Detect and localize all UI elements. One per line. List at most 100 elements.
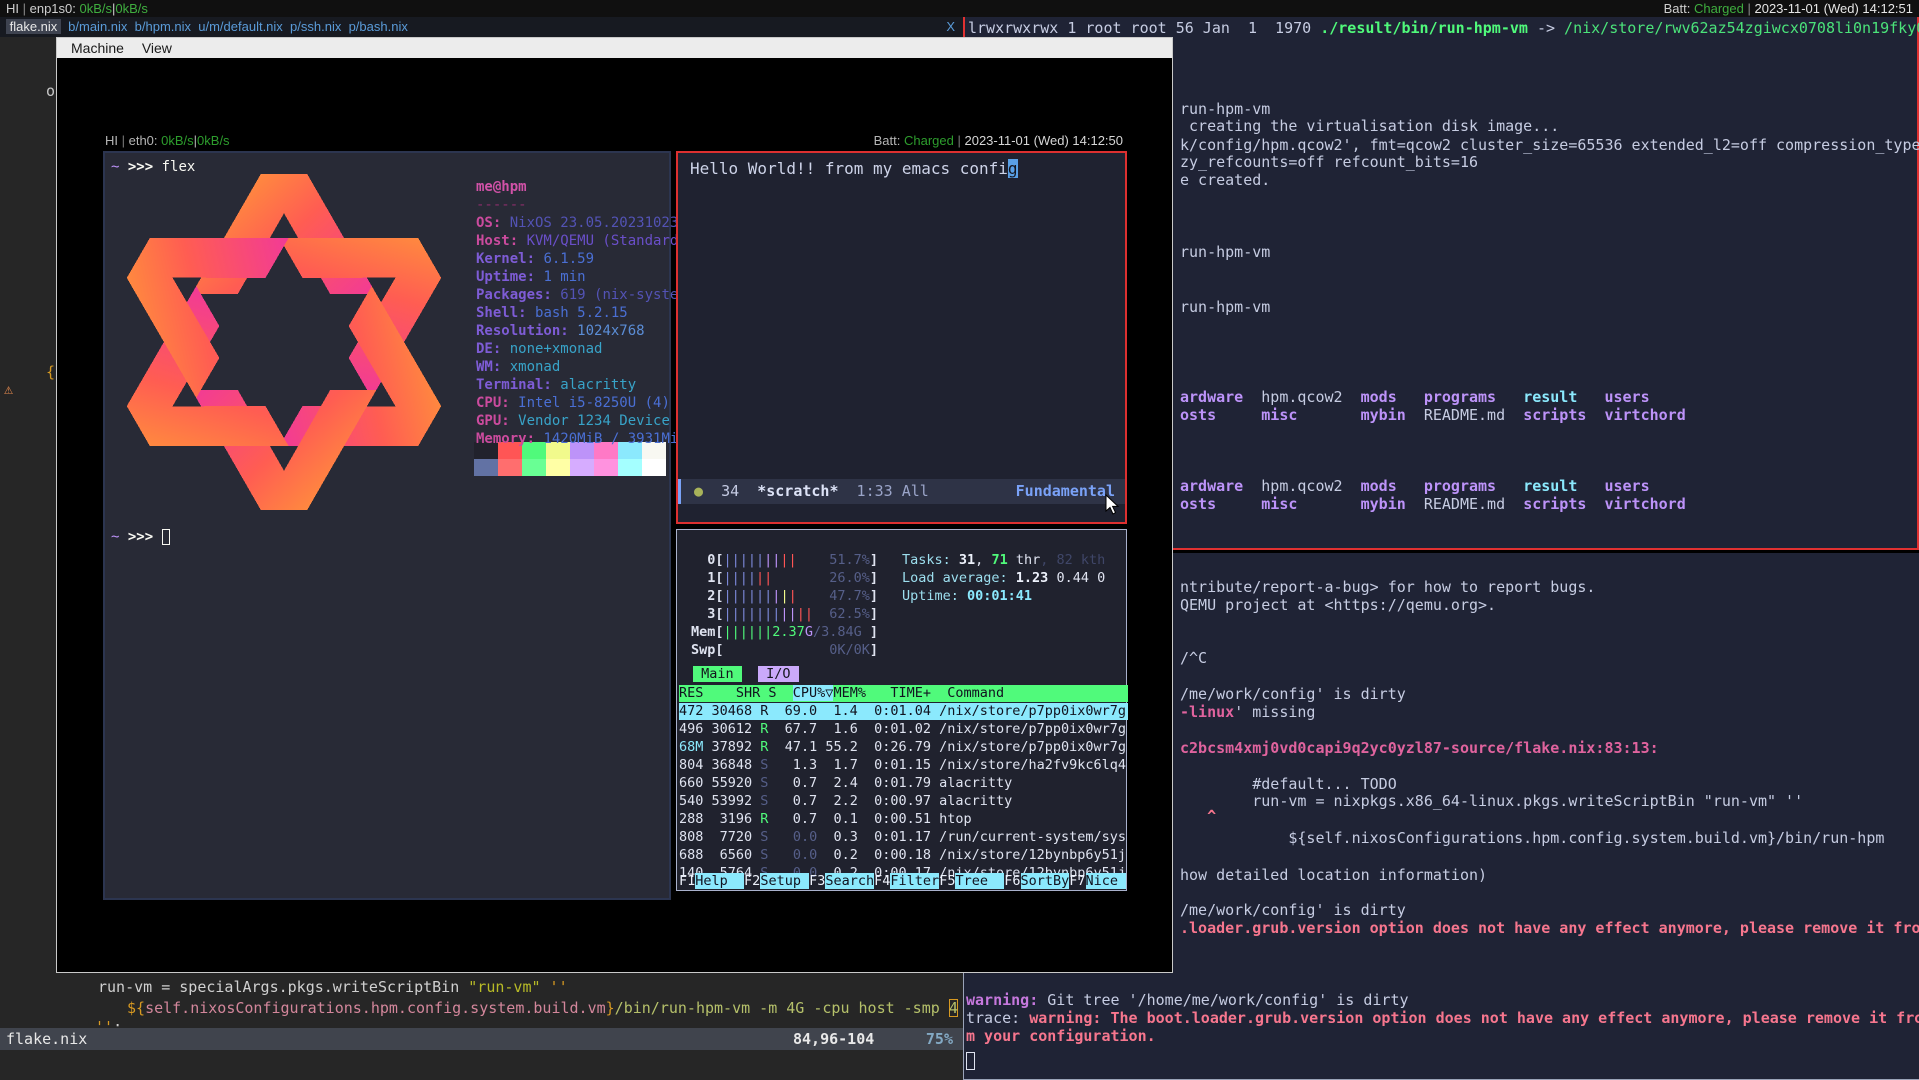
terminal-line: QEMU project at <https://qemu.org>. bbox=[1180, 596, 1496, 614]
palette-swatch bbox=[474, 459, 498, 476]
terminal-line: osts misc mybin README.md scripts virtch… bbox=[1180, 406, 1686, 424]
terminal-line: 3[||||||||||| 62.5%] bbox=[691, 606, 878, 623]
terminal-line: ${self.nixosConfigurations.hpm.config.sy… bbox=[127, 999, 958, 1017]
terminal-line: zy_refcounts=off refcount_bits=16 bbox=[1180, 153, 1478, 171]
terminal-line: /^C bbox=[1180, 649, 1207, 667]
terminal-line: 68M 37892 R 47.1 55.2 0:26.79 /nix/store… bbox=[679, 739, 1126, 756]
terminal-line: Fundamental bbox=[1016, 482, 1115, 500]
menu-item-view[interactable]: View bbox=[142, 40, 172, 56]
palette-swatch bbox=[570, 459, 594, 476]
terminal-line: lrwxrwxrwx 1 root root 56 Jan 1 1970 ./r… bbox=[968, 19, 1919, 37]
host-clock-battery: Batt: Charged | 2023-11-01 (Wed) 14:12:5… bbox=[0, 0, 1919, 17]
terminal-line: /me/work/config' is dirty bbox=[1180, 685, 1406, 703]
vm-terminal-window[interactable]: ~ >>> flexme@hpm------OS: NixOS 23.05.20… bbox=[103, 151, 671, 900]
terminal-line: 75% bbox=[926, 1030, 953, 1048]
terminal-line: m your configuration. bbox=[966, 1027, 1156, 1045]
palette-swatch bbox=[546, 459, 570, 476]
terminal-line: run-vm = nixpkgs.x86_64-linux.pkgs.write… bbox=[1180, 792, 1803, 810]
terminal-line: 688 6560 S 0.0 0.2 0:00.18 /nix/store/12… bbox=[679, 847, 1126, 864]
terminal-line: OS: NixOS 23.05.20231023 bbox=[476, 215, 678, 232]
terminal-line: .loader.grub.version option does not hav… bbox=[1180, 919, 1919, 937]
terminal-line: ntribute/report-a-bug> for how to report… bbox=[1180, 578, 1595, 596]
terminal-line: Terminal: alacritty bbox=[476, 377, 636, 394]
nixos-logo bbox=[109, 169, 459, 515]
terminal-line: Load average: 1.23 0.44 0 bbox=[902, 570, 1105, 587]
terminal-line: ^ bbox=[1180, 807, 1216, 825]
terminal-line: Kernel: 6.1.59 bbox=[476, 251, 594, 268]
qemu-window[interactable]: Machine View HI | eth0: 0kB/s|0kB/s Batt… bbox=[56, 37, 1173, 973]
vm-emacs-window[interactable]: ● 34 *scratch* 1:33 All Fundamental Hello… bbox=[676, 151, 1127, 524]
terminal-line: Hello World!! from my emacs config bbox=[690, 159, 1018, 178]
terminal-line: me@hpm bbox=[476, 179, 527, 196]
editor-modeline: flake.nix 84,96-104 75% bbox=[0, 1028, 963, 1050]
palette-swatch bbox=[498, 459, 522, 476]
terminal-line: ardware hpm.qcow2 mods programs result u… bbox=[1180, 388, 1650, 406]
terminal-line: run-hpm-vm bbox=[1180, 298, 1270, 316]
terminal-line: Swp[ 0K/0K] bbox=[691, 642, 878, 659]
terminal-line: ${self.nixosConfigurations.hpm.config.sy… bbox=[1180, 829, 1884, 847]
terminal-line: 84,96-104 bbox=[793, 1030, 874, 1048]
terminal-line: Host: KVM/QEMU (Standard bbox=[476, 233, 678, 250]
terminal-line: Batt: Charged | 2023-11-01 (Wed) 14:12:5… bbox=[874, 133, 1123, 149]
palette-swatch bbox=[522, 459, 546, 476]
modeline-accent-bar bbox=[678, 479, 681, 504]
vm-htop-window[interactable]: 0[||||||||| 51.7%] 1[|||||| 26.0%] 2[|||… bbox=[676, 529, 1127, 891]
terminal-line: osts misc mybin README.md scripts virtch… bbox=[1180, 495, 1686, 513]
terminal-line: Batt: Charged | 2023-11-01 (Wed) 14:12:5… bbox=[1664, 1, 1913, 17]
mouse-cursor-icon bbox=[1104, 494, 1124, 516]
qemu-menubar: Machine View bbox=[57, 38, 1172, 58]
terminal-line: Uptime: 1 min bbox=[476, 269, 586, 286]
terminal-line: 1[|||||| 26.0%] bbox=[691, 570, 878, 587]
terminal-line: Resolution: 1024x768 bbox=[476, 323, 645, 340]
terminal-line: Main I/O bbox=[693, 666, 799, 683]
terminal-line: 804 36848 S 1.3 1.7 0:01.15 /nix/store/h… bbox=[679, 757, 1126, 774]
terminal-line: how detailed location information) bbox=[1180, 866, 1487, 884]
terminal-line: c2bcsm4xmj0vd0capi9q2yc0yzl87-source/fla… bbox=[1180, 739, 1659, 757]
vm-screen: HI | eth0: 0kB/s|0kB/s Batt: Charged | 2… bbox=[103, 132, 1127, 900]
terminal-line: run-vm = specialArgs.pkgs.writeScriptBin… bbox=[98, 978, 568, 996]
terminal-line: Shell: bash 5.2.15 bbox=[476, 305, 628, 322]
terminal-line: #default... TODO bbox=[1180, 775, 1397, 793]
terminal-line: DE: none+xmonad bbox=[476, 341, 602, 358]
terminal-line: Tasks: 31, 71 thr, 82 kth bbox=[902, 552, 1105, 569]
menu-item-machine[interactable]: Machine bbox=[71, 40, 124, 56]
terminal-line: ardware hpm.qcow2 mods programs result u… bbox=[1180, 477, 1650, 495]
terminal-line: Packages: 619 (nix-syste bbox=[476, 287, 678, 304]
terminal-line: trace: warning: The boot.loader.grub.ver… bbox=[966, 1009, 1919, 1027]
vm-clock-battery: Batt: Charged | 2023-11-01 (Wed) 14:12:5… bbox=[103, 132, 1127, 150]
palette-swatch bbox=[594, 459, 618, 476]
terminal-line: 2[||||||||| 47.7%] bbox=[691, 588, 878, 605]
terminal-line: Mem[||||||2.37G/3.84G ] bbox=[691, 624, 878, 641]
terminal-line: -linux' missing bbox=[1180, 703, 1315, 721]
terminal-line: k/config/hpm.qcow2', fmt=qcow2 cluster_s… bbox=[1180, 136, 1919, 154]
terminal-line: e created. bbox=[1180, 171, 1270, 189]
terminal-line: ~ >>> flex bbox=[111, 159, 195, 176]
palette-swatch bbox=[642, 459, 666, 476]
terminal-line: ● 34 *scratch* 1:33 All bbox=[694, 482, 929, 500]
terminal-line: 660 55920 S 0.7 2.4 0:01.79 alacritty bbox=[679, 775, 1012, 792]
terminal-line: flake.nix bbox=[6, 1030, 87, 1048]
terminal-line: CPU: Intel i5-8250U (4) bbox=[476, 395, 670, 412]
terminal-line: run-hpm-vm bbox=[1180, 100, 1270, 118]
terminal-line: 472 30468 R 69.0 1.4 0:01.04 /nix/store/… bbox=[679, 703, 1128, 720]
terminal-line: ~ >>> bbox=[111, 529, 170, 546]
terminal-line bbox=[966, 1052, 975, 1070]
terminal-line: Memory: 1420MiB / 3931Mi bbox=[476, 431, 678, 448]
terminal-line: F1Help F2Setup F3SearchF4FilterF5Tree F6… bbox=[679, 873, 1126, 890]
palette-swatch bbox=[618, 459, 642, 476]
terminal-line: run-hpm-vm bbox=[1180, 243, 1270, 261]
terminal-line: 0[||||||||| 51.7%] bbox=[691, 552, 878, 569]
terminal-line: /me/work/config' is dirty bbox=[1180, 901, 1406, 919]
terminal-line: creating the virtualisation disk image..… bbox=[1180, 117, 1559, 135]
terminal-line: 540 53992 S 0.7 2.2 0:00.97 alacritty bbox=[679, 793, 1012, 810]
terminal-line: RES SHR S CPU%▽MEM% TIME+ Command bbox=[679, 685, 1128, 702]
terminal-line: warning: Git tree '/home/me/work/config'… bbox=[966, 991, 1409, 1009]
terminal-line: GPU: Vendor 1234 Device bbox=[476, 413, 670, 430]
terminal-line: WM: xmonad bbox=[476, 359, 560, 376]
terminal-line: 496 30612 R 67.7 1.6 0:01.02 /nix/store/… bbox=[679, 721, 1126, 738]
vm-emacs-modeline: ● 34 *scratch* 1:33 All Fundamental bbox=[678, 479, 1125, 504]
terminal-line: 808 7720 S 0.0 0.3 0:01.17 /run/current-… bbox=[679, 829, 1126, 846]
terminal-line: Uptime: 00:01:41 bbox=[902, 588, 1032, 605]
terminal-line: ------ bbox=[476, 197, 527, 214]
terminal-line: 288 3196 R 0.7 0.1 0:00.51 htop bbox=[679, 811, 972, 828]
